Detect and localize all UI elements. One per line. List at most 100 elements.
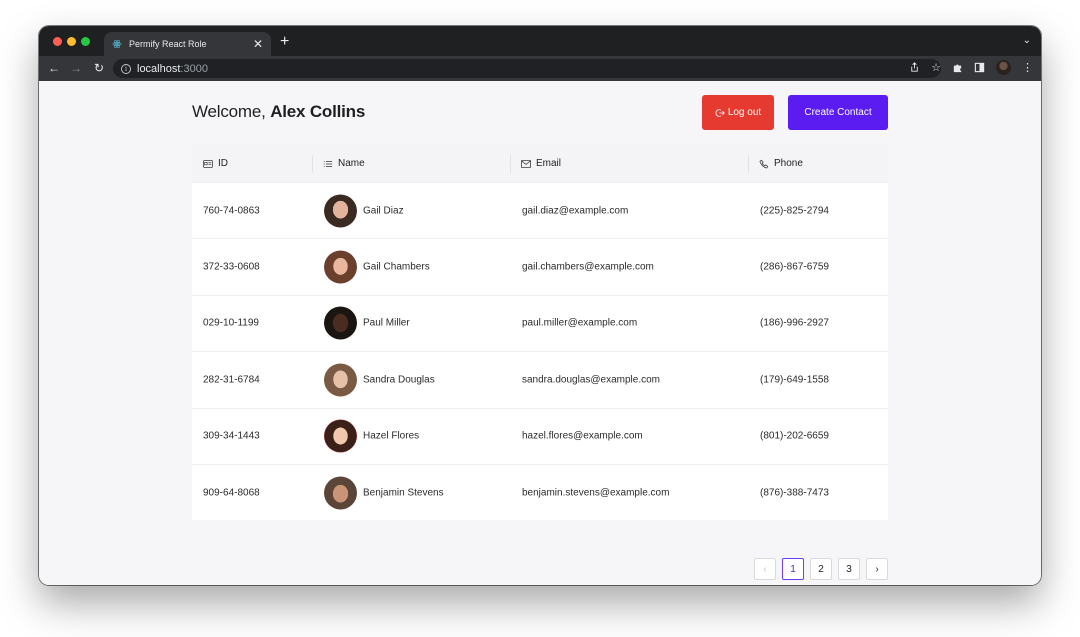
- column-divider: [748, 155, 749, 173]
- cell-name: Paul Miller: [324, 306, 410, 340]
- chevron-down-icon[interactable]: ⌄: [1023, 35, 1031, 46]
- contact-name: Hazel Flores: [363, 430, 420, 442]
- list-icon: [323, 160, 333, 167]
- table-row[interactable]: 909-64-8068 Benjamin Stevens benjamin.st…: [192, 463, 888, 521]
- minimize-window-button[interactable]: [67, 37, 76, 46]
- contact-name: Paul Miller: [363, 317, 410, 329]
- cell-phone: (179)-649-1558: [760, 374, 829, 386]
- browser-tab[interactable]: Permify React Role ✕: [104, 32, 271, 56]
- pagination: ‹ 1 2 3 ›: [754, 558, 888, 580]
- column-header-name[interactable]: Name: [323, 145, 365, 182]
- url-port: :3000: [180, 62, 208, 75]
- avatar: [324, 363, 357, 397]
- toolbar-icons: ☆ ⋮: [909, 60, 1033, 75]
- column-label-phone: Phone: [774, 158, 803, 169]
- column-header-email[interactable]: Email: [521, 145, 561, 182]
- mail-icon: [521, 159, 531, 168]
- logout-button[interactable]: Log out: [702, 95, 774, 130]
- cell-name: Gail Diaz: [324, 194, 404, 228]
- cell-name: Sandra Douglas: [324, 363, 435, 397]
- browser-window: Permify React Role ✕ + ⌄ ← → ↻ i localho…: [39, 26, 1041, 585]
- cell-email: gail.chambers@example.com: [522, 261, 654, 273]
- column-header-id[interactable]: ID: [203, 145, 228, 182]
- info-icon[interactable]: i: [121, 63, 131, 74]
- cell-email: benjamin.stevens@example.com: [522, 487, 670, 499]
- logout-icon: [715, 108, 725, 117]
- prev-page-button[interactable]: ‹: [754, 558, 776, 580]
- contact-name: Gail Chambers: [363, 261, 430, 273]
- title-bar: Permify React Role ✕ + ⌄: [39, 26, 1041, 56]
- url-host: localhost: [137, 62, 181, 75]
- column-header-phone[interactable]: Phone: [759, 145, 803, 182]
- page-button-3[interactable]: 3: [838, 558, 860, 580]
- bookmark-star-icon[interactable]: ☆: [931, 61, 941, 74]
- cell-id: 029-10-1199: [203, 317, 259, 329]
- column-label-name: Name: [338, 158, 365, 169]
- new-tab-icon[interactable]: +: [280, 34, 289, 50]
- cell-name: Benjamin Stevens: [324, 476, 444, 510]
- forward-arrow-icon[interactable]: →: [68, 60, 84, 76]
- address-bar[interactable]: i localhost :3000: [113, 59, 941, 78]
- page-button-1[interactable]: 1: [782, 558, 804, 580]
- column-label-id: ID: [218, 158, 228, 169]
- table-header: ID Name Email Phone: [192, 145, 888, 182]
- avatar: [324, 476, 357, 510]
- maximize-window-button[interactable]: [81, 37, 90, 46]
- back-arrow-icon[interactable]: ←: [46, 60, 62, 76]
- cell-id: 909-64-8068: [203, 487, 260, 499]
- id-card-icon: [203, 159, 213, 168]
- user-name: Alex Collins: [270, 102, 366, 121]
- cell-phone: (286)-867-6759: [760, 261, 829, 273]
- contact-name: Gail Diaz: [363, 205, 404, 217]
- table-row[interactable]: 372-33-0608 Gail Chambers gail.chambers@…: [192, 238, 888, 295]
- logout-label: Log out: [727, 107, 762, 118]
- tab-close-icon[interactable]: ✕: [253, 38, 263, 50]
- cell-phone: (876)-388-7473: [760, 487, 829, 499]
- react-icon: [112, 39, 122, 49]
- cell-id: 309-34-1443: [203, 430, 260, 442]
- avatar: [324, 250, 357, 284]
- kebab-menu-icon[interactable]: ⋮: [1022, 61, 1033, 74]
- phone-icon: [759, 159, 769, 168]
- column-divider: [312, 155, 313, 173]
- column-label-email: Email: [536, 158, 562, 169]
- contacts-table: ID Name Email Phone 760-74-0863 Gail Dia…: [192, 145, 888, 521]
- profile-avatar[interactable]: [996, 60, 1011, 75]
- avatar: [324, 419, 357, 453]
- column-divider: [510, 155, 511, 173]
- table-row[interactable]: 309-34-1443 Hazel Flores hazel.flores@ex…: [192, 407, 888, 464]
- share-icon[interactable]: [909, 62, 920, 73]
- table-row[interactable]: 282-31-6784 Sandra Douglas sandra.dougla…: [192, 351, 888, 408]
- cell-phone: (801)-202-6659: [760, 430, 829, 442]
- reload-icon[interactable]: ↻: [91, 60, 107, 76]
- page-button-2[interactable]: 2: [810, 558, 832, 580]
- avatar: [324, 306, 357, 340]
- contact-name: Benjamin Stevens: [363, 487, 444, 499]
- cell-name: Hazel Flores: [324, 419, 420, 453]
- table-row[interactable]: 029-10-1199 Paul Miller paul.miller@exam…: [192, 294, 888, 352]
- cell-email: paul.miller@example.com: [522, 317, 638, 329]
- cell-email: hazel.flores@example.com: [522, 430, 643, 442]
- welcome-prefix: Welcome,: [192, 102, 266, 121]
- cell-id: 372-33-0608: [203, 261, 260, 273]
- welcome-heading: Welcome, Alex Collins: [192, 102, 365, 122]
- cell-phone: (186)-996-2927: [760, 317, 829, 329]
- cell-name: Gail Chambers: [324, 250, 430, 284]
- avatar: [324, 194, 357, 228]
- create-contact-label: Create Contact: [804, 107, 872, 118]
- cell-email: gail.diaz@example.com: [522, 205, 629, 217]
- tab-title: Permify React Role: [129, 39, 207, 49]
- create-contact-button[interactable]: Create Contact: [788, 95, 888, 130]
- table-row[interactable]: 760-74-0863 Gail Diaz gail.diaz@example.…: [192, 182, 888, 239]
- cell-email: sandra.douglas@example.com: [522, 374, 661, 386]
- sidebar-icon[interactable]: [974, 62, 985, 73]
- contact-name: Sandra Douglas: [363, 374, 435, 386]
- browser-toolbar: ← → ↻ i localhost :3000 ☆ ⋮: [39, 56, 1041, 81]
- cell-phone: (225)-825-2794: [760, 205, 829, 217]
- page-content: Welcome, Alex Collins Log out Create Con…: [39, 81, 1041, 585]
- extensions-icon[interactable]: [952, 62, 963, 73]
- close-window-button[interactable]: [53, 37, 62, 46]
- cell-id: 760-74-0863: [203, 205, 260, 217]
- next-page-button[interactable]: ›: [866, 558, 888, 580]
- cell-id: 282-31-6784: [203, 374, 260, 386]
